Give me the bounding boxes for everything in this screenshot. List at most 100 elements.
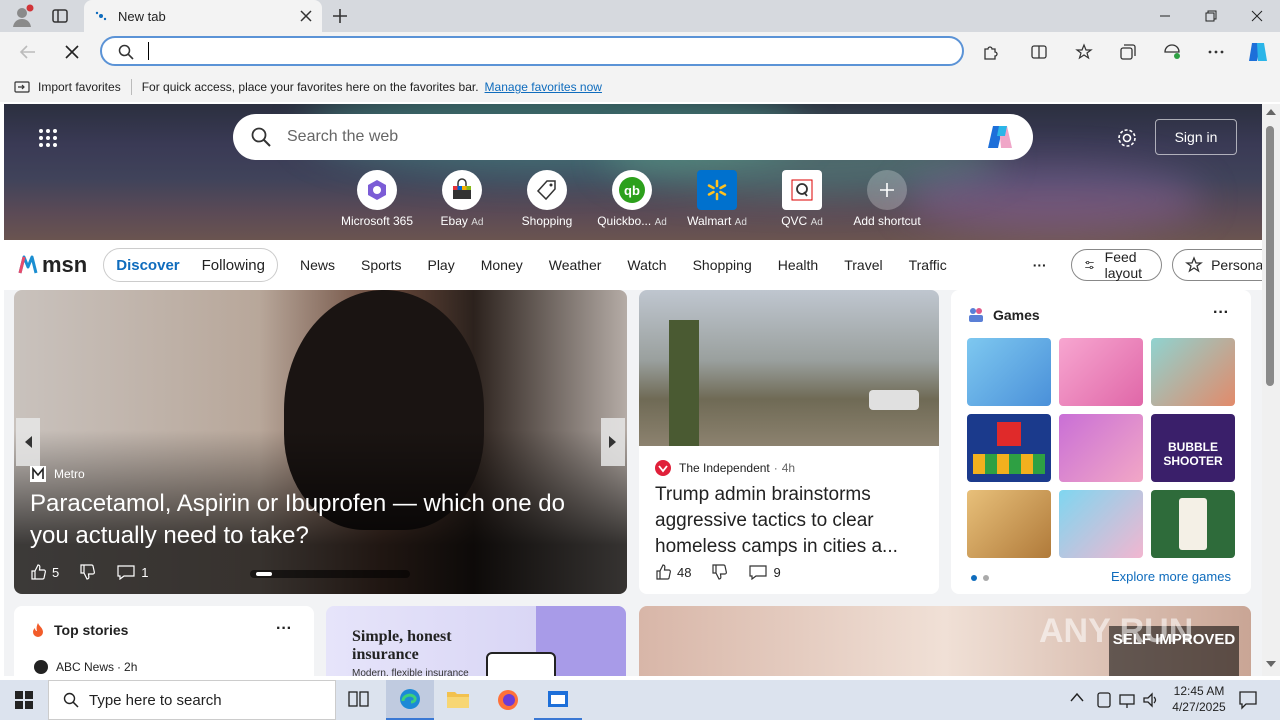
game-tile[interactable] — [1151, 490, 1235, 558]
nav-news[interactable]: News — [300, 257, 335, 273]
msn-nav-bar: msn Discover Following News Sports Play … — [4, 240, 1262, 290]
copilot-icon[interactable] — [985, 122, 1015, 152]
manage-favorites-link[interactable]: Manage favorites now — [485, 80, 602, 94]
show-hidden-icons[interactable] — [1070, 692, 1084, 702]
games-more-button[interactable]: ··· — [1213, 304, 1229, 322]
story-image — [639, 290, 939, 446]
minimize-button[interactable] — [1142, 0, 1188, 32]
carousel-next-button[interactable] — [601, 418, 625, 466]
game-tile[interactable] — [1151, 338, 1235, 406]
notifications-icon[interactable] — [1238, 690, 1258, 710]
settings-more-icon[interactable] — [1200, 36, 1232, 68]
close-tab-icon[interactable] — [300, 10, 312, 22]
restore-button[interactable] — [1188, 0, 1234, 32]
shortcut-quickbooks[interactable]: qb Quickbo... Ad — [590, 170, 674, 228]
edge-taskbar-icon[interactable] — [386, 680, 434, 720]
sign-in-button[interactable]: Sign in — [1155, 119, 1237, 155]
scroll-down-icon — [1265, 660, 1277, 668]
search-icon — [251, 127, 271, 147]
game-tile[interactable] — [1059, 414, 1143, 482]
like-icon — [656, 564, 671, 580]
game-tile[interactable] — [1059, 490, 1143, 558]
device-icon[interactable] — [1096, 691, 1112, 709]
apps-launcher-icon[interactable] — [38, 128, 58, 148]
shortcut-walmart[interactable]: Walmart Ad — [675, 170, 759, 228]
tab-discover[interactable]: Discover — [116, 257, 179, 274]
firefox-icon[interactable] — [496, 688, 520, 712]
import-favorites-button[interactable]: Import favorites — [38, 80, 121, 94]
shortcut-add[interactable]: Add shortcut — [845, 170, 929, 228]
game-tile[interactable] — [967, 490, 1051, 558]
game-tile[interactable] — [1059, 338, 1143, 406]
msn-logo[interactable]: msn — [16, 252, 87, 278]
hero-story-card[interactable]: Metro Paracetamol, Aspirin or Ibuprofen … — [14, 290, 627, 594]
ad-card[interactable]: Simple, honest insurance Modern, flexibl… — [326, 606, 626, 676]
favbar-message: For quick access, place your favorites h… — [141, 80, 479, 94]
nav-weather[interactable]: Weather — [549, 257, 602, 273]
shortcut-label: Quickbo... — [597, 214, 652, 228]
nav-traffic[interactable]: Traffic — [909, 257, 947, 273]
nav-money[interactable]: Money — [481, 257, 523, 273]
nav-play[interactable]: Play — [427, 257, 454, 273]
hero-headline[interactable]: Paracetamol, Aspirin or Ibuprofen — whic… — [30, 488, 610, 552]
page-scrollbar[interactable] — [1262, 104, 1280, 676]
favorites-bar: Import favorites For quick access, place… — [0, 72, 1280, 102]
web-search-box[interactable]: Search the web — [233, 114, 1033, 160]
back-button[interactable] — [12, 36, 44, 68]
nav-sports[interactable]: Sports — [361, 257, 401, 273]
file-explorer-icon[interactable] — [446, 688, 470, 710]
copilot-icon[interactable] — [1242, 36, 1274, 68]
story-card[interactable]: SELF IMPROVED ANY RUN — [639, 606, 1251, 676]
page-dot[interactable] — [971, 575, 977, 581]
clock[interactable]: 12:45 AM 4/27/2025 — [1166, 683, 1232, 715]
shortcut-ebay[interactable]: Ebay Ad — [420, 170, 504, 228]
nav-watch[interactable]: Watch — [627, 257, 666, 273]
top-stories-more-button[interactable]: ··· — [276, 620, 292, 638]
dislike-icon — [80, 564, 96, 580]
shortcut-shopping[interactable]: Shopping — [505, 170, 589, 228]
nav-health[interactable]: Health — [778, 257, 818, 273]
split-screen-icon[interactable] — [1023, 36, 1055, 68]
story-card[interactable]: The Independent · 4h Trump admin brainst… — [639, 290, 939, 594]
top-stories-title: Top stories — [54, 622, 129, 638]
web-search-input[interactable]: Search the web — [287, 128, 985, 146]
task-view-icon[interactable] — [348, 690, 370, 710]
like-icon — [31, 564, 46, 580]
browser-essentials-icon[interactable] — [1156, 36, 1188, 68]
app-taskbar-icon[interactable] — [534, 680, 582, 720]
volume-icon[interactable] — [1142, 691, 1160, 709]
page-settings-icon[interactable] — [1116, 127, 1138, 149]
more-categories-button[interactable]: ··· — [1033, 257, 1047, 273]
personalize-button[interactable]: Personalize — [1172, 249, 1262, 281]
favorites-icon[interactable] — [1068, 36, 1100, 68]
collections-icon[interactable] — [1112, 36, 1144, 68]
nav-shopping[interactable]: Shopping — [693, 257, 752, 273]
quickbooks-icon: qb — [612, 170, 652, 210]
address-bar[interactable] — [100, 36, 964, 66]
shortcut-microsoft-365[interactable]: Microsoft 365 — [335, 170, 419, 228]
new-tab-button[interactable] — [330, 6, 350, 26]
story-headline[interactable]: Trump admin brainstorms aggressive tacti… — [655, 482, 925, 560]
taskbar-search-box[interactable]: Type here to search — [48, 680, 336, 720]
feed-layout-button[interactable]: Feed layout — [1070, 249, 1163, 281]
game-tile[interactable] — [967, 338, 1051, 406]
game-tile[interactable] — [967, 414, 1051, 482]
tab-actions-icon[interactable] — [50, 6, 70, 26]
start-button[interactable] — [0, 680, 48, 720]
shortcut-qvc[interactable]: QVC Ad — [760, 170, 844, 228]
game-tile[interactable]: BUBBLE SHOOTER — [1151, 414, 1235, 482]
page-dot[interactable] — [983, 575, 989, 581]
taskbar-search-input[interactable]: Type here to search — [89, 692, 222, 709]
extensions-icon[interactable] — [975, 36, 1007, 68]
network-icon[interactable] — [1118, 691, 1136, 709]
profile-icon[interactable] — [10, 4, 34, 28]
stop-loading-button[interactable] — [56, 36, 88, 68]
tab-new-tab[interactable]: New tab — [84, 0, 322, 32]
close-window-button[interactable] — [1234, 0, 1280, 32]
carousel-prev-button[interactable] — [16, 418, 40, 466]
nav-travel[interactable]: Travel — [844, 257, 882, 273]
scrollbar-thumb[interactable] — [1266, 126, 1274, 386]
shortcut-label: Add shortcut — [853, 214, 921, 228]
tab-following[interactable]: Following — [202, 257, 265, 274]
explore-games-link[interactable]: Explore more games — [1111, 569, 1231, 584]
